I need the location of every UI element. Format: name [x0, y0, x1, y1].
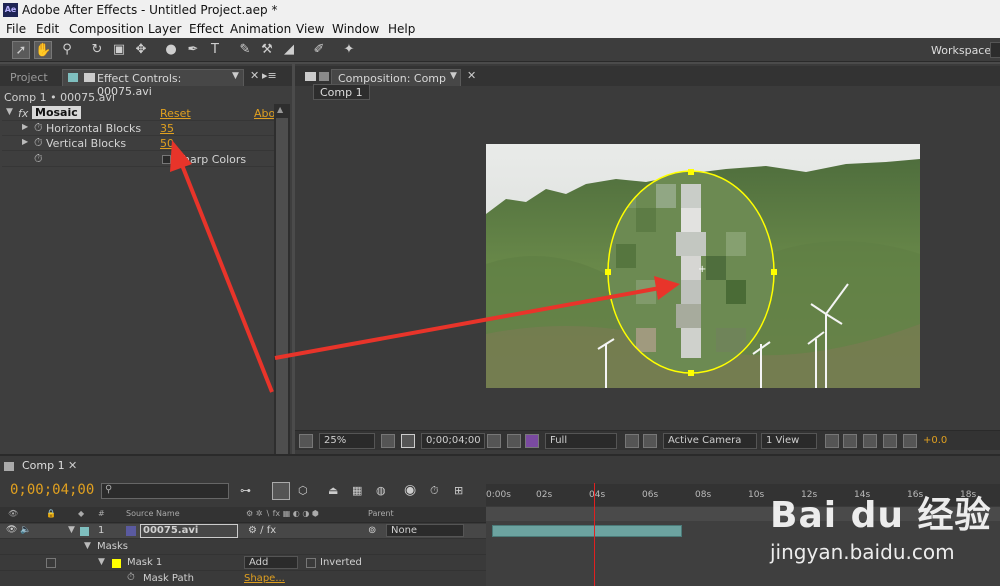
inverted-checkbox[interactable]: [306, 558, 316, 568]
comp-mini-flowchart-icon[interactable]: ⊶: [240, 484, 251, 497]
current-time-indicator[interactable]: [594, 483, 595, 586]
baidu-watermark-logo: Bai du 经验: [770, 495, 992, 536]
mask-path-label: Mask Path: [143, 573, 194, 584]
layer-switches-icons[interactable]: ⚙ ∕ fx: [248, 525, 276, 536]
number-column-icon: #: [98, 509, 105, 518]
footage-icon: [126, 526, 136, 536]
arrow-line-right: [274, 286, 661, 360]
lock-toggle[interactable]: [46, 558, 56, 568]
baidu-watermark-url: jingyan.baidu.com: [770, 540, 955, 564]
layer-color-label[interactable]: [80, 527, 89, 536]
brainstorm-icon[interactable]: ◉: [404, 482, 416, 498]
visibility-eye-icon[interactable]: 👁: [6, 525, 17, 535]
graph-editor-icon[interactable]: ⊞: [454, 484, 463, 497]
arrowhead-up: [170, 140, 192, 172]
lock-panel-icon[interactable]: [4, 462, 14, 471]
column-parent[interactable]: Parent: [368, 509, 394, 518]
motion-blur-icon[interactable]: ◍: [376, 484, 386, 497]
ruler-tick: 04s: [589, 490, 606, 500]
timeline-column-header: 👁 🔒 ◆ # Source Name ⚙ ✲ ∖ fx ▦ ◐ ◑ ⬢ Par…: [0, 507, 486, 523]
draft-3d-icon[interactable]: ⬡: [298, 484, 308, 497]
auto-keyframe-icon[interactable]: ⏱: [430, 484, 439, 498]
stopwatch-icon[interactable]: ⏱: [127, 572, 135, 583]
arrowhead-right: [654, 276, 680, 300]
masks-label: Masks: [97, 541, 128, 552]
audio-icon[interactable]: 🔈: [20, 525, 31, 535]
pick-whip-icon[interactable]: ⊚: [368, 525, 376, 536]
hide-shy-layers-icon[interactable]: ⏏: [328, 484, 338, 497]
arrow-line-up: [178, 159, 274, 393]
ruler-tick: 10s: [748, 490, 765, 500]
layer-row[interactable]: 👁 🔈 ▼ 1 00075.avi ⚙ ∕ fx ⊚ None: [0, 524, 486, 539]
lock-icon: 🔒: [46, 509, 56, 518]
mask-name[interactable]: Mask 1: [127, 557, 162, 568]
ruler-tick: 02s: [536, 490, 553, 500]
mask-color-swatch[interactable]: [112, 559, 121, 568]
timeline-current-time[interactable]: 0;00;04;00: [10, 482, 94, 498]
label-icon: ◆: [78, 509, 85, 518]
search-icon: ⚲: [105, 484, 113, 495]
mask-path-row[interactable]: ⏱ Mask Path Shape...: [0, 572, 486, 586]
live-update-icon[interactable]: [272, 482, 290, 500]
frame-blending-icon[interactable]: ▦: [352, 484, 362, 497]
layer-name[interactable]: 00075.avi: [140, 524, 238, 538]
column-source-name[interactable]: Source Name: [126, 509, 180, 518]
tab-timeline-comp[interactable]: Comp 1: [16, 458, 71, 474]
close-tab-icon[interactable]: ✕: [68, 459, 77, 472]
layer-search-input[interactable]: ⚲: [101, 483, 229, 499]
chevron-down-icon[interactable]: ▼: [84, 541, 91, 551]
ruler-tick: 08s: [695, 490, 712, 500]
layer-number: 1: [98, 525, 105, 536]
chevron-down-icon[interactable]: ▼: [68, 525, 75, 535]
ruler-tick: 06s: [642, 490, 659, 500]
ruler-tick: 0:00s: [486, 490, 511, 500]
switches-icons: ⚙ ✲ ∖ fx ▦ ◐ ◑ ⬢: [246, 509, 319, 518]
parent-dropdown[interactable]: None: [386, 524, 464, 537]
mask-row[interactable]: ▼ Mask 1 Add Inverted: [0, 556, 486, 571]
mask-mode-dropdown[interactable]: Add: [244, 556, 298, 569]
inverted-label: Inverted: [320, 557, 362, 568]
layer-duration-bar[interactable]: [492, 525, 682, 537]
chevron-down-icon[interactable]: ▼: [98, 557, 105, 567]
mask-path-value[interactable]: Shape...: [244, 573, 285, 584]
masks-row[interactable]: ▼ Masks: [0, 540, 486, 555]
eye-icon: 👁: [8, 509, 19, 518]
